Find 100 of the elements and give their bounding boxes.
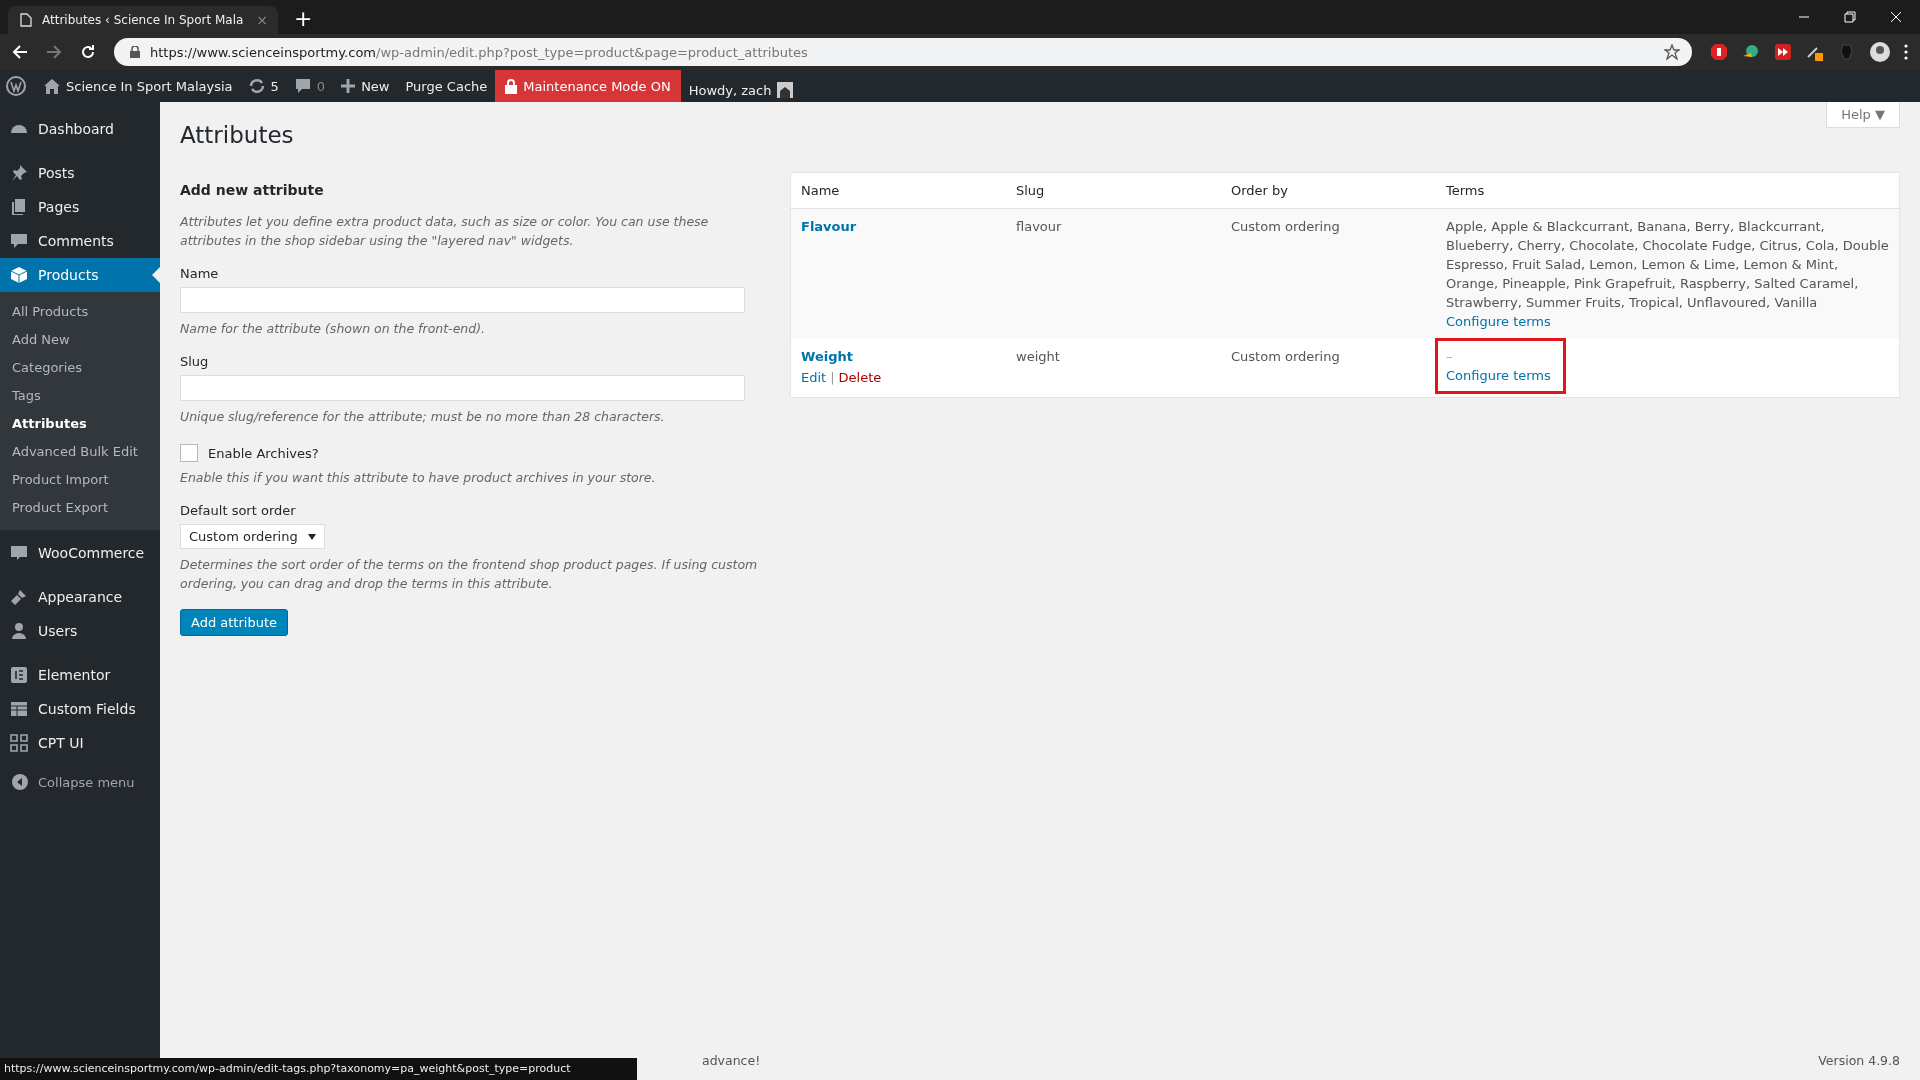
lock-icon	[505, 78, 518, 94]
column-header: Slug	[1006, 172, 1221, 209]
brush-icon	[10, 588, 28, 606]
help-text: Unique slug/reference for the attribute; must be no more than 28 characters.	[180, 408, 666, 426]
plus-icon	[341, 79, 356, 93]
attribute-name-link[interactable]: Weight	[801, 349, 853, 364]
reload-icon[interactable]	[80, 44, 96, 60]
attribute-name-link[interactable]: Flavour	[801, 219, 857, 234]
menu-item[interactable]: CPT UI	[0, 726, 160, 760]
configure-terms-link[interactable]: Configure terms	[1446, 368, 1551, 383]
field-label: Slug	[180, 354, 210, 369]
avatar-icon	[777, 82, 794, 98]
page-icon	[20, 13, 32, 27]
footer-text: advance!	[702, 1053, 761, 1068]
page-title: Attributes	[180, 122, 295, 148]
terms-text: –	[1446, 348, 1454, 366]
back-icon[interactable]	[12, 44, 28, 60]
help-text: Determines the sort order of the terms on the frontend shop product pages. If using custom ordering, you can drag and drop the terms in this attribute.	[180, 556, 759, 593]
lock-icon	[130, 46, 140, 58]
pushpin-icon	[10, 164, 28, 182]
menu-item[interactable]: Custom Fields	[0, 692, 160, 726]
submenu-item[interactable]: Add New	[0, 326, 160, 354]
forward-icon[interactable]	[46, 44, 62, 60]
more-icon[interactable]	[1904, 44, 1908, 60]
terms-text: Apple, Apple & Blackcurrant, Banana, Berry, Blackcurrant, Blueberry, Cherry, Chocolate, Chocolate Fudge, Citrus, Cola, Double Espresso, Fruit Salad, Lemon, Lemon & Lime, Lemon & Mint, Orange, Pineapple, Pink Grapefruit, Raspberry, Salted Caramel, Strawberry, Summer Fruits, Tropical, Unflavoured, Vanilla	[1446, 218, 1889, 312]
avatar-icon[interactable]	[1870, 42, 1890, 62]
woo-badge-icon	[10, 544, 28, 562]
purge-cache-link[interactable]: Purge Cache	[397, 70, 496, 102]
separator: |	[830, 370, 835, 385]
refresh-icon	[248, 78, 265, 94]
submenu-item[interactable]: Tags	[0, 382, 160, 410]
configure-terms-link[interactable]: Configure terms	[1446, 314, 1551, 329]
menu-item[interactable]: Products	[0, 258, 160, 292]
url-text: https://www.scienceinsportmy.com/wp-admin/edit.php?post_type=product&page=product_attributes	[150, 44, 808, 60]
table-cell: Custom ordering	[1231, 349, 1340, 364]
home-icon	[44, 78, 60, 94]
menu-item[interactable]: Pages	[0, 190, 160, 224]
submenu-item[interactable]: Advanced Bulk Edit	[0, 438, 160, 466]
version-text: Version 4.9.8	[1818, 1053, 1900, 1068]
caret-icon	[307, 533, 316, 540]
menu-item[interactable]: Posts	[0, 156, 160, 190]
menu-item[interactable]: Comments	[0, 224, 160, 258]
menu-item[interactable]: Elementor	[0, 658, 160, 692]
collapse-menu-button[interactable]: Collapse menu	[0, 760, 160, 804]
restore-icon[interactable]	[1844, 11, 1856, 23]
site-name-link[interactable]: Science In Sport Malaysia	[36, 70, 241, 102]
grid-icon	[10, 734, 28, 752]
submenu-item[interactable]: Product Import	[0, 466, 160, 494]
submenu-item[interactable]: Attributes	[0, 410, 160, 438]
menu-item[interactable]: Dashboard	[0, 112, 160, 146]
tab-title: Attributes ‹ Science In Sport Mala	[42, 13, 245, 27]
address-bar[interactable]: https://www.scienceinsportmy.com/wp-admin/edit.php?post_type=product&page=product_attributes	[114, 38, 1692, 66]
new-tab-button[interactable]: +	[294, 8, 313, 30]
column-header: Name	[790, 172, 1006, 209]
menu-item[interactable]: WooCommerce	[0, 536, 160, 570]
new-content-link[interactable]: New	[333, 70, 398, 102]
add-attribute-button[interactable]: Add attribute	[180, 609, 288, 636]
table-cell: flavour	[1016, 219, 1062, 234]
wordpress-logo-icon[interactable]	[6, 76, 26, 96]
browser-tab[interactable]: Attributes ‹ Science In Sport Mala ×	[8, 6, 278, 34]
speech-bubble-icon	[294, 78, 311, 94]
field-label: Name	[180, 266, 220, 281]
fast-forward-icon[interactable]	[1774, 43, 1792, 61]
close-icon[interactable]	[1890, 11, 1902, 23]
comments-link[interactable]: 0	[286, 70, 334, 102]
menu-item[interactable]: Appearance	[0, 580, 160, 614]
star-icon[interactable]	[1664, 44, 1680, 60]
sort-order-dropdown[interactable]: Custom ordering	[180, 524, 325, 549]
help-text: Enable this if you want this attribute to have product archives in your store.	[180, 469, 657, 487]
help-text: Name for the attribute (shown on the front-end).	[180, 320, 487, 338]
column-header: Terms	[1436, 172, 1900, 209]
delete-link[interactable]: Delete	[838, 370, 882, 385]
elementor-icon	[10, 666, 28, 684]
user-icon	[10, 622, 28, 640]
menu-item[interactable]: Users	[0, 614, 160, 648]
table-icon	[10, 700, 28, 718]
status-url-tooltip: https://www.scienceinsportmy.com/wp-admin/edit-tags.php?taxonomy=pa_weight&post_type=product	[0, 1058, 637, 1080]
help-tab[interactable]: Help ▼	[1826, 102, 1900, 128]
pages-icon	[10, 198, 28, 216]
updates-link[interactable]: 5	[240, 70, 287, 102]
box-icon	[10, 266, 28, 284]
edit-link[interactable]: Edit	[801, 370, 827, 385]
checkbox[interactable]	[180, 444, 198, 462]
submenu-item[interactable]: All Products	[0, 298, 160, 326]
close-tab-button[interactable]: ×	[256, 12, 268, 28]
table-cell: Custom ordering	[1231, 219, 1340, 234]
speech-bubble-icon	[10, 232, 28, 250]
field-label: Default sort order	[180, 503, 297, 518]
name-input[interactable]	[180, 287, 745, 313]
checkbox-label: Enable Archives?	[208, 445, 319, 461]
table-cell: weight	[1016, 349, 1060, 364]
collapse-icon	[12, 774, 28, 790]
maintenance-mode-link[interactable]: Maintenance Mode ON	[495, 70, 681, 102]
form-heading: Add new attribute	[180, 182, 325, 198]
column-header: Order by	[1221, 172, 1436, 209]
stop-hand-icon[interactable]	[1710, 43, 1728, 61]
slug-input[interactable]	[180, 375, 745, 401]
intro-text: Attributes let you define extra product data, such as size or color. You can use these attributes in the shop sidebar using the "layered nav" widgets.	[180, 213, 710, 250]
submenu-item[interactable]: Product Export	[0, 494, 160, 522]
submenu-item[interactable]: Categories	[0, 354, 160, 382]
